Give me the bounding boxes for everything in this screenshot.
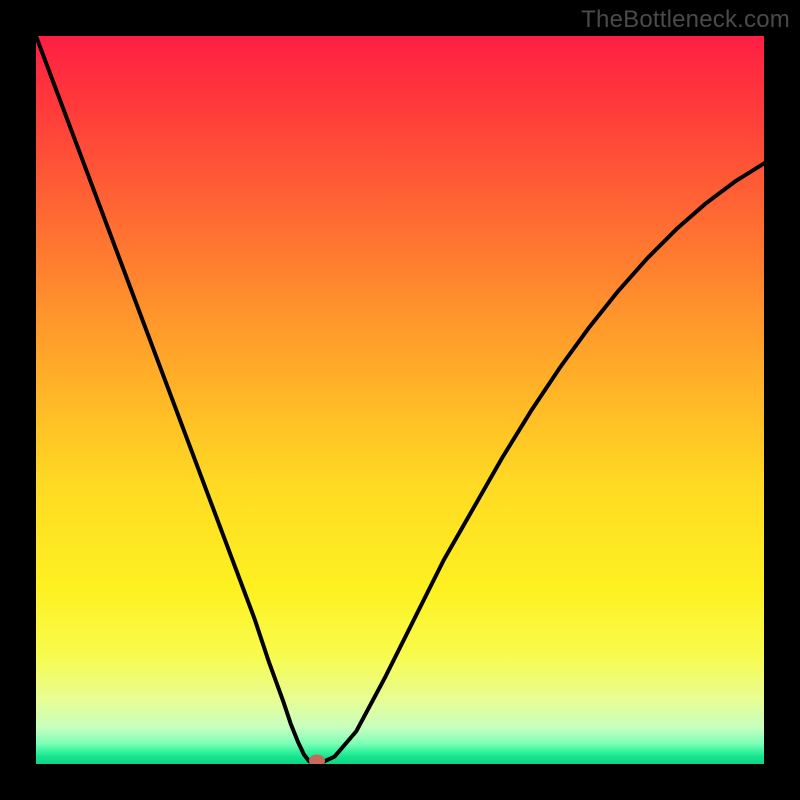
plot-area bbox=[36, 36, 764, 764]
chart-frame: TheBottleneck.com bbox=[0, 0, 800, 800]
bottleneck-curve bbox=[36, 36, 764, 764]
attribution-text: TheBottleneck.com bbox=[581, 6, 790, 34]
